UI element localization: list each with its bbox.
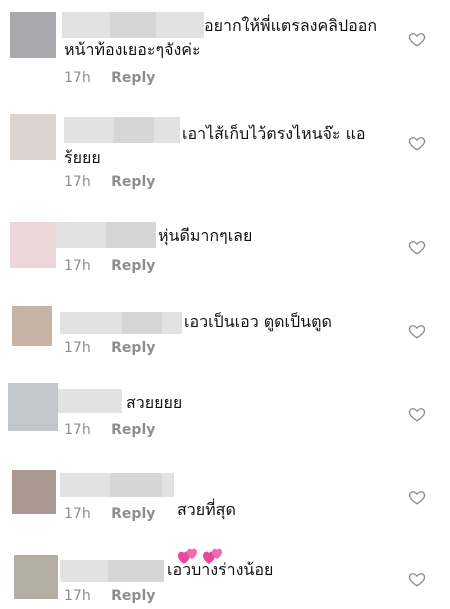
comment-time: 17h (64, 340, 91, 356)
comment-item: เอาไส้เก็บไว้ตรงไหนจ๊ะ แอ ร้ยยย 17h Repl… (0, 104, 450, 208)
comment-text: เอวเป็นเอว ตูดเป็นตูด (184, 312, 332, 331)
comment-item: สวยที่สุด 17h Reply (0, 458, 450, 564)
username-blurred[interactable] (58, 389, 122, 413)
reply-button[interactable]: Reply (111, 340, 155, 356)
reply-button[interactable]: Reply (111, 422, 155, 438)
comment-time: 17h (64, 422, 91, 438)
username-blurred[interactable] (60, 312, 182, 334)
comment-text: หุ่นดีมากๆเลย (158, 226, 253, 245)
like-heart-icon[interactable] (408, 134, 426, 152)
username-blurred[interactable] (56, 222, 156, 248)
reply-button[interactable]: Reply (111, 174, 155, 190)
comment-meta: 17h Reply (64, 422, 155, 438)
like-heart-icon[interactable] (408, 238, 426, 256)
username-blurred[interactable] (60, 560, 164, 582)
like-heart-icon[interactable] (408, 322, 426, 340)
comment-text: เอวบางร่างน้อย (167, 560, 274, 579)
comment-item: เอวเป็นเอว ตูดเป็นตูด 17h Reply (0, 292, 450, 375)
comment-meta: 17h Reply (64, 588, 155, 604)
comment-time: 17h (64, 70, 91, 86)
comment-item: สวยยยย 17h Reply (0, 375, 450, 458)
comment-text-content: สวยที่สุด (177, 500, 236, 519)
comment-item: เอวบางร่างน้อย 17h Reply (0, 541, 450, 609)
avatar[interactable] (10, 114, 56, 160)
reply-button[interactable]: Reply (111, 258, 155, 274)
comment-item: อยากให้พี่แตรลงคลิปออก หน้าท้องเยอะๆจังค… (0, 0, 450, 104)
comment-meta: 17h Reply (64, 506, 155, 522)
comment-text: สวยยยย (126, 393, 183, 412)
reply-button[interactable]: Reply (111, 506, 155, 522)
comment-meta: 17h Reply (64, 258, 155, 274)
comment-meta: 17h Reply (64, 70, 155, 86)
comment-time: 17h (64, 506, 91, 522)
comment-time: 17h (64, 258, 91, 274)
comment-item: หุ่นดีมากๆเลย 17h Reply (0, 208, 450, 292)
comment-time: 17h (64, 174, 91, 190)
like-heart-icon[interactable] (408, 30, 426, 48)
like-heart-icon[interactable] (408, 488, 426, 506)
comment-time: 17h (64, 588, 91, 604)
reply-button[interactable]: Reply (111, 70, 155, 86)
avatar[interactable] (12, 306, 52, 346)
comment-meta: 17h Reply (64, 340, 155, 356)
avatar[interactable] (12, 470, 56, 514)
like-heart-icon[interactable] (408, 405, 426, 423)
like-heart-icon[interactable] (408, 570, 426, 588)
comment-text: เอาไส้เก็บไว้ตรงไหนจ๊ะ แอ ร้ยยย (64, 124, 366, 167)
avatar[interactable] (10, 12, 56, 58)
avatar[interactable] (10, 222, 56, 268)
avatar[interactable] (14, 555, 58, 599)
avatar[interactable] (8, 383, 58, 431)
comment-meta: 17h Reply (64, 174, 155, 190)
comment-text: อยากให้พี่แตรลงคลิปออก หน้าท้องเยอะๆจังค… (64, 16, 378, 59)
username-blurred[interactable] (60, 473, 174, 497)
reply-button[interactable]: Reply (111, 588, 155, 604)
